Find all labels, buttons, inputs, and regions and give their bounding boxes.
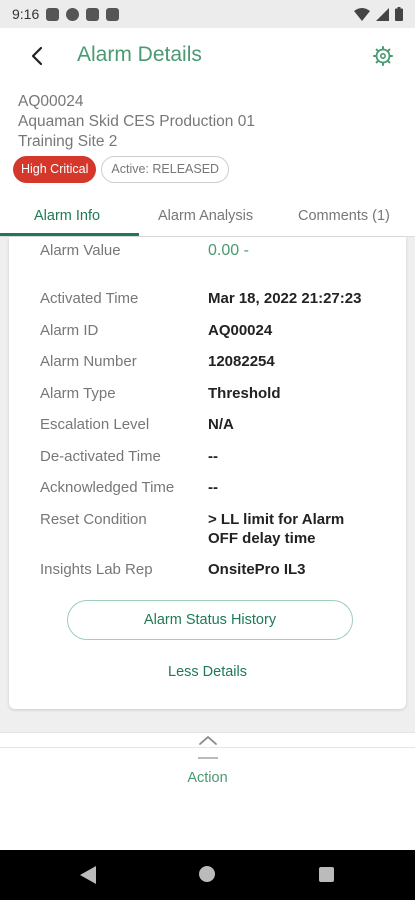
arrow-left-icon: [31, 46, 43, 66]
detail-value: 12082254: [208, 353, 275, 370]
sync-icon: [66, 7, 80, 21]
detail-value: > LL limit for Alarm OFF delay time: [208, 510, 344, 548]
app-bar: Alarm Details: [0, 28, 415, 84]
detail-value: Mar 18, 2022 21:27:23: [208, 290, 362, 307]
detail-row-alarm-id: Alarm ID AQ00024: [40, 321, 396, 340]
alarm-summary: AQ00024 Aquaman Skid CES Production 01 T…: [18, 92, 255, 152]
detail-label: Escalation Level: [40, 416, 150, 433]
detail-label: De-activated Time: [40, 448, 161, 465]
nav-back-icon[interactable]: [80, 866, 96, 884]
system-nav-bar: [0, 850, 415, 900]
chevron-up-icon[interactable]: [197, 733, 219, 747]
alarm-code: AQ00024: [18, 93, 84, 110]
wifi-icon: [354, 7, 370, 21]
battery-icon: [395, 7, 403, 21]
detail-value: --: [208, 448, 218, 465]
detail-row-alarm-type: Alarm Type Threshold: [40, 384, 396, 403]
sd-card-icon: [106, 7, 120, 21]
detail-value: Threshold: [208, 385, 281, 402]
detail-label: Alarm ID: [40, 322, 99, 339]
detail-value-line: > LL limit for Alarm: [208, 511, 345, 528]
detail-row-deactivated-time: De-activated Time --: [40, 447, 396, 466]
page-title: Alarm Details: [77, 43, 202, 66]
detail-value: AQ00024: [208, 322, 273, 339]
tab-alarm-analysis[interactable]: Alarm Analysis: [158, 198, 253, 236]
drag-handle[interactable]: [198, 757, 218, 759]
gear-icon: [373, 46, 393, 66]
alarm-site: Training Site 2: [18, 133, 118, 150]
status-bar-right: [354, 7, 403, 21]
detail-label: Reset Condition: [40, 511, 147, 528]
detail-label: Alarm Number: [40, 353, 137, 370]
detail-value: N/A: [208, 416, 234, 433]
alarm-value: 0.00 -: [208, 242, 249, 259]
mail-icon: [46, 7, 60, 21]
detail-label: Activated Time: [40, 290, 139, 307]
alarm-badges: High Critical Active: RELEASED: [13, 156, 230, 183]
settings-button[interactable]: [371, 44, 395, 68]
tab-alarm-info[interactable]: Alarm Info: [34, 198, 100, 236]
detail-label: Alarm Value: [40, 242, 121, 259]
action-button[interactable]: Action: [0, 770, 415, 786]
detail-row-insights-lab-rep: Insights Lab Rep OnsitePro IL3: [40, 560, 396, 579]
detail-value: OnsitePro IL3: [208, 561, 306, 578]
back-button[interactable]: [26, 42, 52, 70]
nav-home-icon[interactable]: [199, 866, 215, 882]
detail-row-escalation-level: Escalation Level N/A: [40, 415, 396, 434]
detail-label: Acknowledged Time: [40, 479, 175, 496]
alarm-status-history-button[interactable]: Alarm Status History: [67, 600, 353, 640]
alarm-asset: Aquaman Skid CES Production 01: [18, 113, 255, 130]
status-badge: Active: RELEASED: [101, 156, 230, 183]
tab-bar: Alarm Info Alarm Analysis Comments (1): [0, 198, 415, 237]
detail-label: Alarm Type: [40, 385, 116, 402]
detail-value-line: OFF delay time: [208, 530, 316, 547]
detail-label: Insights Lab Rep: [40, 561, 153, 578]
priority-badge: High Critical: [13, 156, 97, 183]
clipboard-icon: [86, 7, 100, 21]
detail-value: --: [208, 479, 218, 496]
nav-recents-icon[interactable]: [319, 867, 334, 882]
signal-icon: [376, 7, 389, 21]
detail-row-alarm-value: Alarm Value 0.00 -: [40, 241, 396, 260]
action-divider-line: [0, 747, 415, 748]
status-time: 9:16: [12, 6, 40, 22]
action-panel: Action: [0, 732, 415, 851]
detail-row-acknowledged-time: Acknowledged Time --: [40, 478, 396, 497]
active-tab-indicator: [0, 233, 139, 236]
less-details-link[interactable]: Less Details: [9, 664, 406, 680]
status-bar: 9:16: [0, 0, 415, 28]
detail-row-reset-condition: Reset Condition > LL limit for Alarm OFF…: [40, 510, 396, 548]
detail-row-activated-time: Activated Time Mar 18, 2022 21:27:23: [40, 289, 396, 308]
tab-comments[interactable]: Comments (1): [298, 198, 390, 236]
alarm-info-card: Alarm Value 0.00 - Activated Time Mar 18…: [9, 237, 406, 709]
status-bar-left: 9:16: [12, 6, 120, 22]
detail-row-alarm-number: Alarm Number 12082254: [40, 352, 396, 371]
